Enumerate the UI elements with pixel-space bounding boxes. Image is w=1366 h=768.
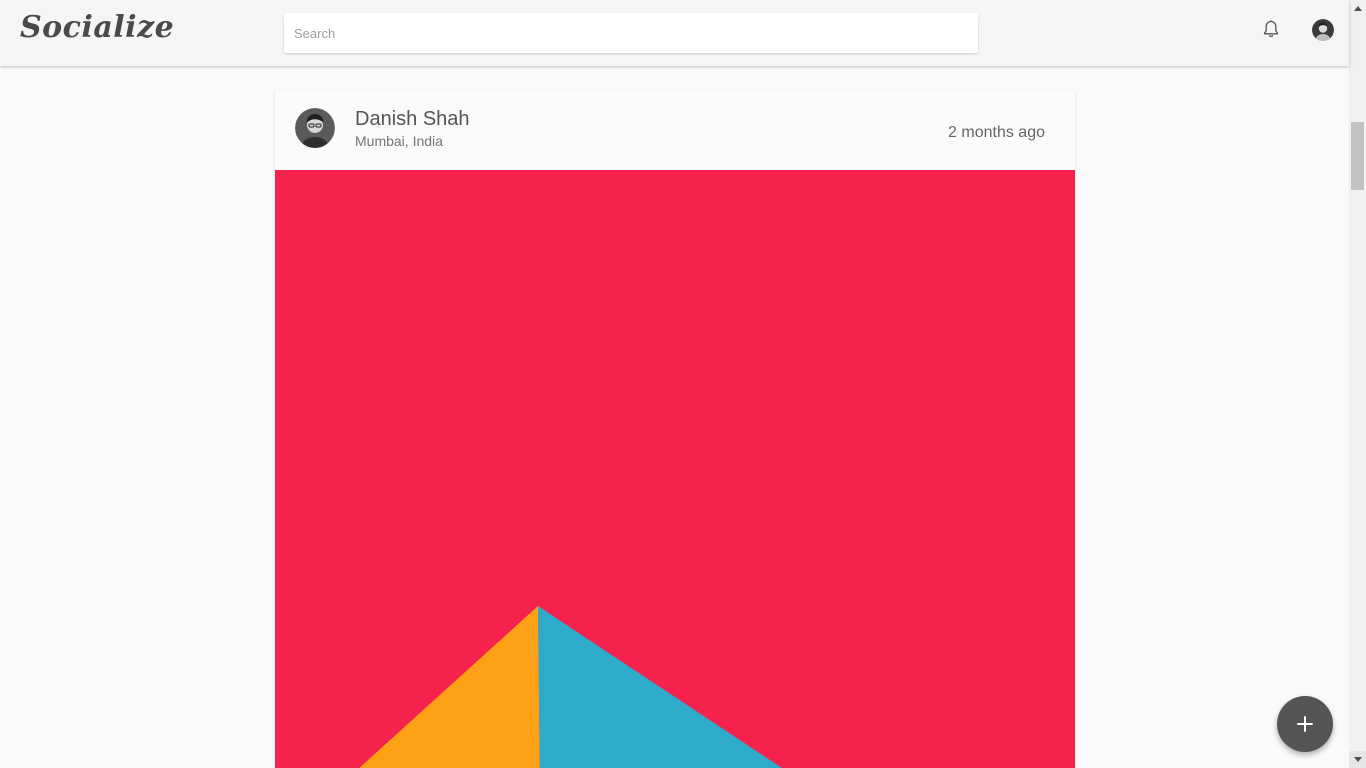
top-navbar: Socialize [0,0,1349,66]
scroll-down-button[interactable] [1349,751,1366,768]
app-root: Socialize Search Danish Shah Mumbai, Ind… [0,0,1366,768]
arrow-up-icon [1353,6,1362,11]
user-avatar-icon [1312,19,1334,41]
author-avatar-icon [295,108,335,148]
plus-icon [1297,716,1313,732]
scroll-up-button[interactable] [1349,0,1366,17]
post-timestamp: 2 months ago [948,124,1045,141]
scrollbar-thumb[interactable] [1351,122,1364,190]
app-logo[interactable]: Socialize [20,10,174,45]
create-post-fab[interactable] [1277,696,1333,752]
author-location: Mumbai, India [355,133,443,149]
post-header: Danish Shah Mumbai, India 2 months ago [275,90,1075,170]
page-scrollbar[interactable] [1349,0,1366,768]
post-card: Danish Shah Mumbai, India 2 months ago [275,90,1075,768]
image-background [275,170,1075,768]
notifications-button[interactable] [1259,18,1283,42]
post-image[interactable] [275,170,1075,768]
arrow-down-icon [1353,757,1362,762]
profile-avatar-button[interactable] [1312,19,1334,41]
bell-icon [1263,20,1279,38]
author-name[interactable]: Danish Shah [355,108,470,131]
search-input[interactable] [284,13,978,53]
author-avatar[interactable] [295,108,335,148]
